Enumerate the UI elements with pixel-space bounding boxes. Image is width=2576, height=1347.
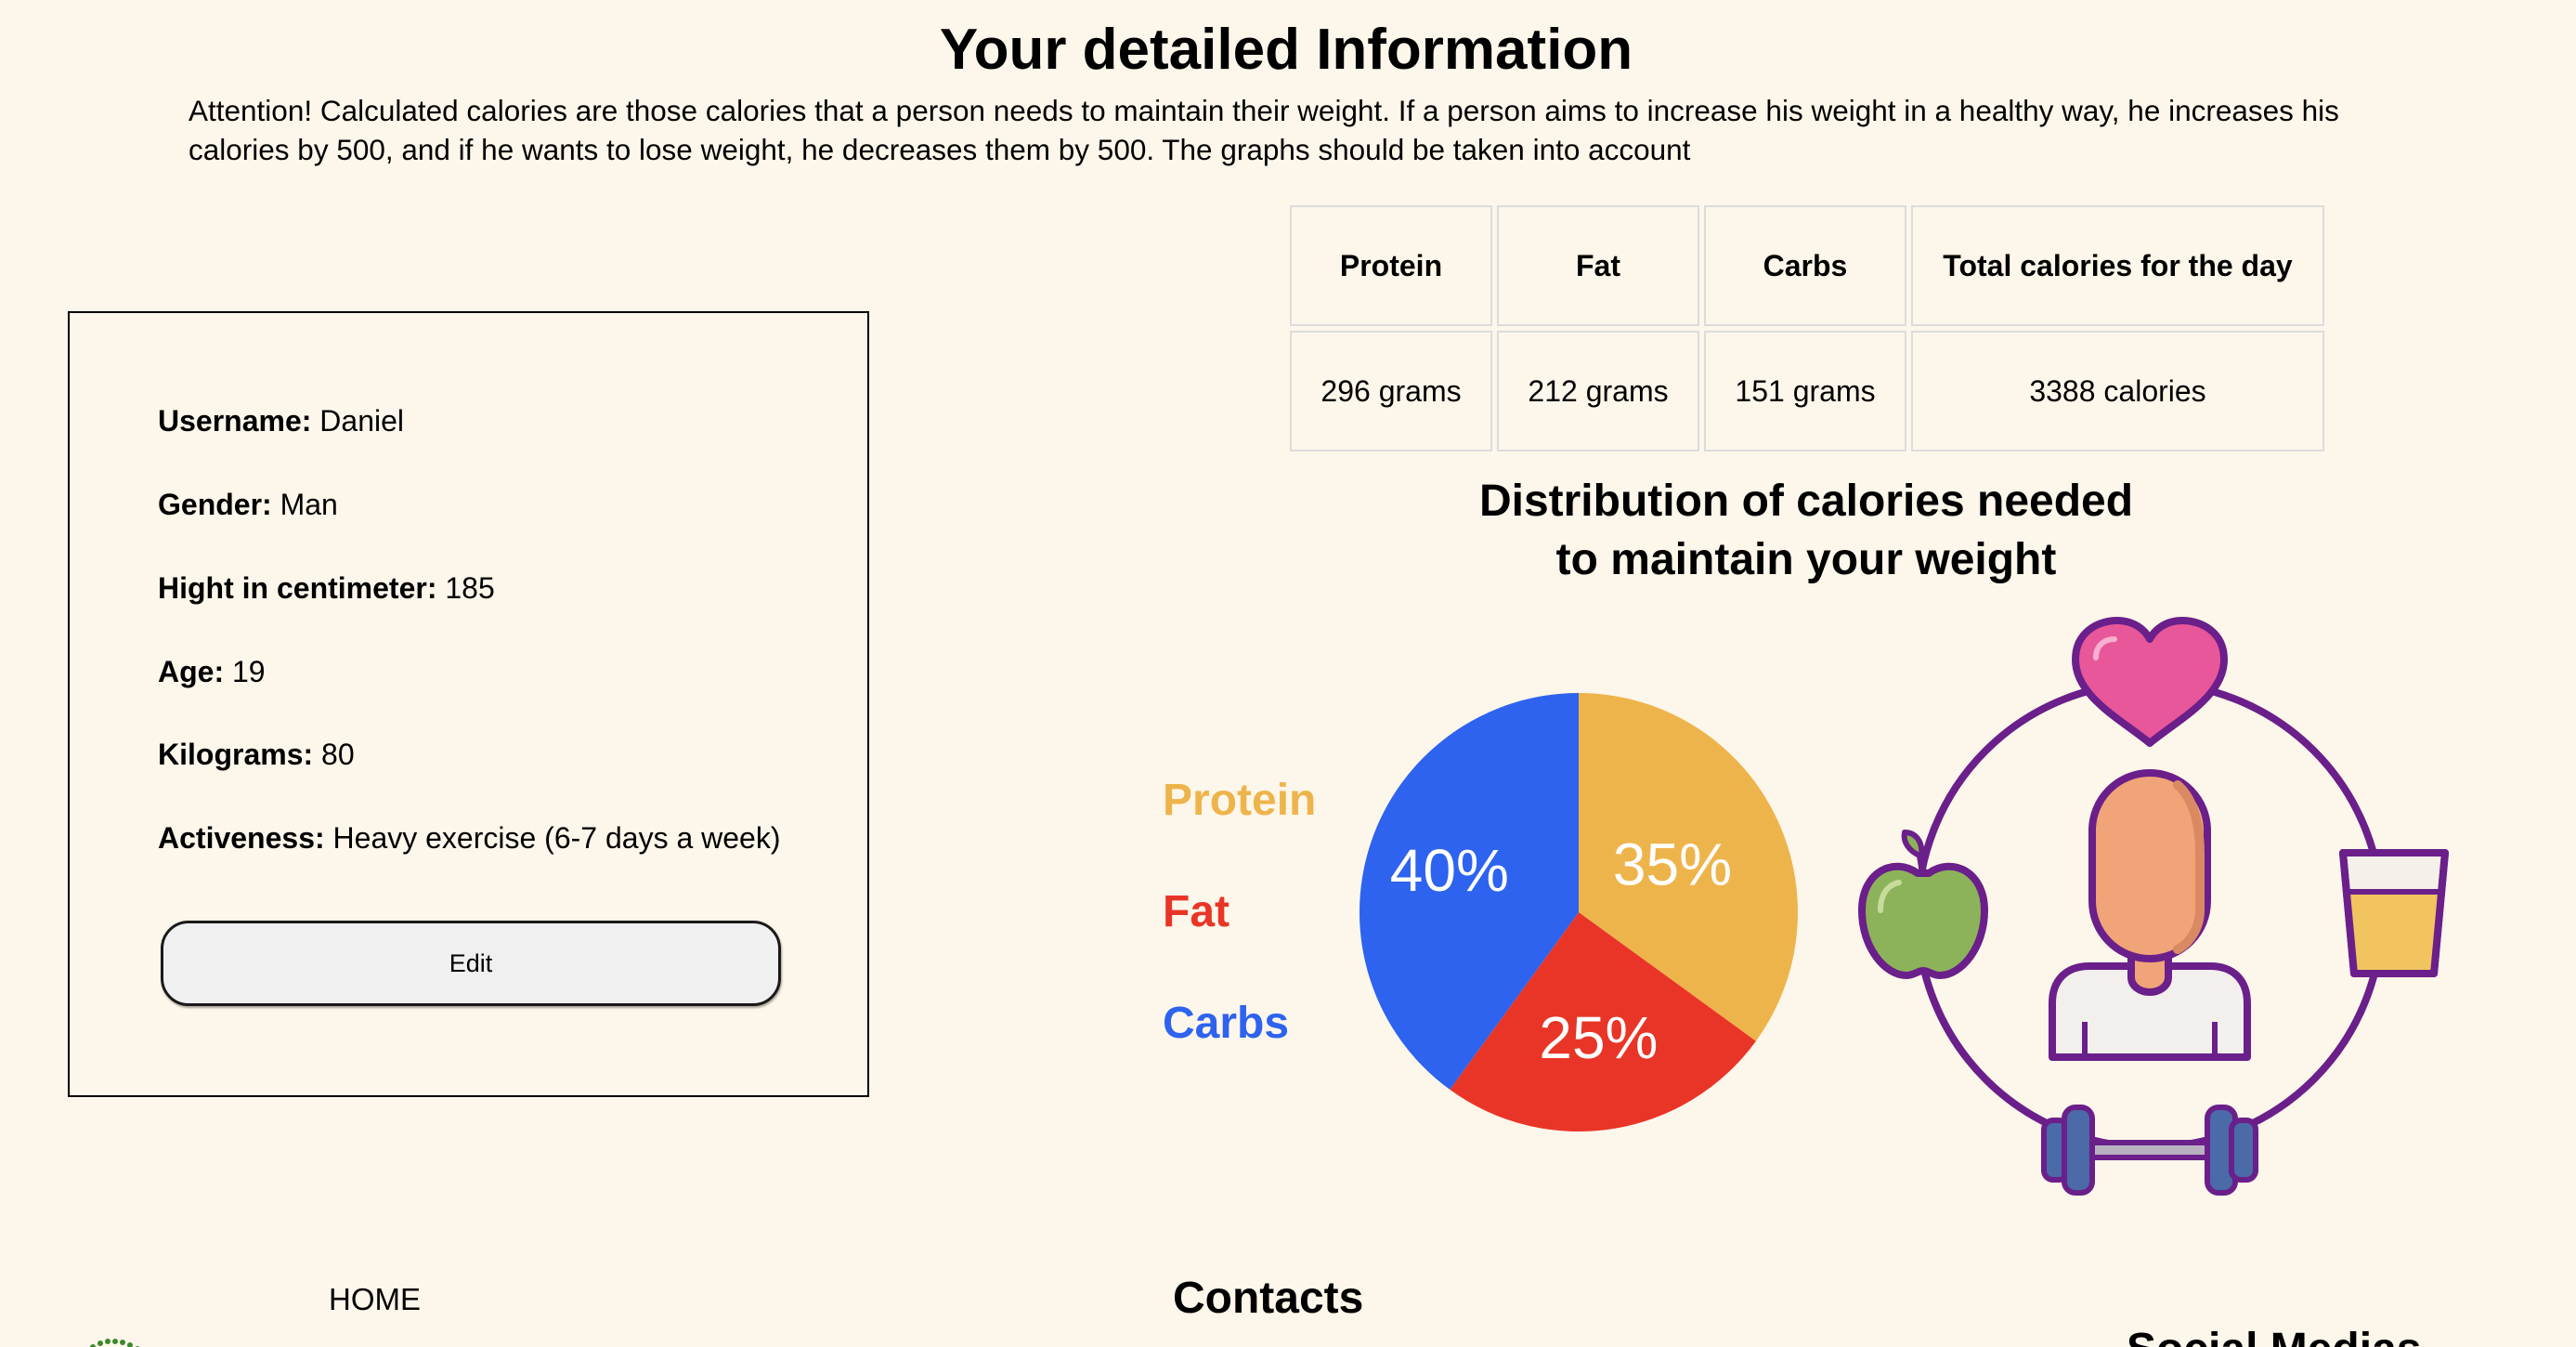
pie-label-fat: 25% xyxy=(1539,1004,1658,1071)
profile-weight: Kilograms: 80 xyxy=(158,736,355,773)
footer-social-title: Social Medias xyxy=(2127,1324,2421,1347)
chart-title-line: to maintain your weight xyxy=(1555,535,2057,584)
legend-item-carbs: Carbs xyxy=(1163,999,1290,1048)
table-cell-protein: 296 grams xyxy=(1290,331,1492,451)
table-cell-carbs: 151 grams xyxy=(1704,331,1906,451)
footer-home-link[interactable]: HOME xyxy=(329,1282,421,1317)
legend-item-fat: Fat xyxy=(1163,887,1229,936)
profile-label: Gender: xyxy=(158,488,272,521)
profile-value: 19 xyxy=(232,655,266,688)
dumbbell-icon xyxy=(2041,1105,2258,1196)
profile-label: Kilograms: xyxy=(158,738,314,771)
profile-value: Man xyxy=(280,488,338,521)
table-cell-fat: 212 grams xyxy=(1497,331,1699,451)
profile-value: Heavy exercise (6-7 days a week) xyxy=(332,821,781,855)
footer-contacts-title: Contacts xyxy=(1173,1274,1364,1323)
profile-label: Username: xyxy=(158,404,312,438)
table-header-protein: Protein xyxy=(1290,205,1492,326)
chart-title: Distribution of calories needed to maint… xyxy=(1388,472,2224,589)
pie-label-carbs: 40% xyxy=(1390,837,1509,904)
profile-height: Hight in centimeter: 185 xyxy=(158,569,495,607)
legend-item-protein: Protein xyxy=(1163,776,1317,825)
juice-glass-icon xyxy=(2339,849,2449,977)
profile-label: Age: xyxy=(158,655,225,688)
chart-title-line: Distribution of calories needed xyxy=(1478,477,2134,526)
profile-activeness: Activeness: Heavy exercise (6-7 days a w… xyxy=(158,819,781,857)
profile-username: Username: Daniel xyxy=(158,402,404,439)
profile-value: 80 xyxy=(321,738,355,771)
edit-button[interactable]: Edit xyxy=(161,921,781,1006)
table-row: 296 grams 212 grams 151 grams 3388 calor… xyxy=(1290,331,2324,451)
profile-gender: Gender: Man xyxy=(158,486,338,523)
attention-note: Attention! Calculated calories are those… xyxy=(189,94,2339,166)
table-cell-total: 3388 calories xyxy=(1911,331,2324,451)
profile-age: Age: 19 xyxy=(158,653,266,690)
profile-label: Hight in centimeter: xyxy=(158,571,437,605)
health-illustration xyxy=(1858,617,2449,1196)
pie-chart: 35% 25% 40% xyxy=(1360,693,1798,1131)
person-icon xyxy=(2049,769,2251,1061)
table-header-row: Protein Fat Carbs Total calories for the… xyxy=(1290,205,2324,326)
page-title: Your detailed Information xyxy=(939,17,1633,82)
macros-table: Protein Fat Carbs Total calories for the… xyxy=(1285,201,2329,456)
profile-card: Username: Daniel Gender: Man Hight in ce… xyxy=(68,311,869,1097)
table-header-fat: Fat xyxy=(1497,205,1699,326)
profile-label: Activeness: xyxy=(158,821,325,855)
profile-value: Daniel xyxy=(319,404,405,438)
table-header-carbs: Carbs xyxy=(1704,205,1906,326)
pie-label-protein: 35% xyxy=(1613,831,1732,898)
apple-icon xyxy=(1858,830,1988,979)
profile-value: 185 xyxy=(445,571,495,605)
table-header-total: Total calories for the day xyxy=(1911,205,2324,326)
logo-icon xyxy=(90,1339,140,1347)
heart-icon xyxy=(2072,617,2228,747)
page: Your detailed Information Attention! Cal… xyxy=(0,0,2576,1347)
